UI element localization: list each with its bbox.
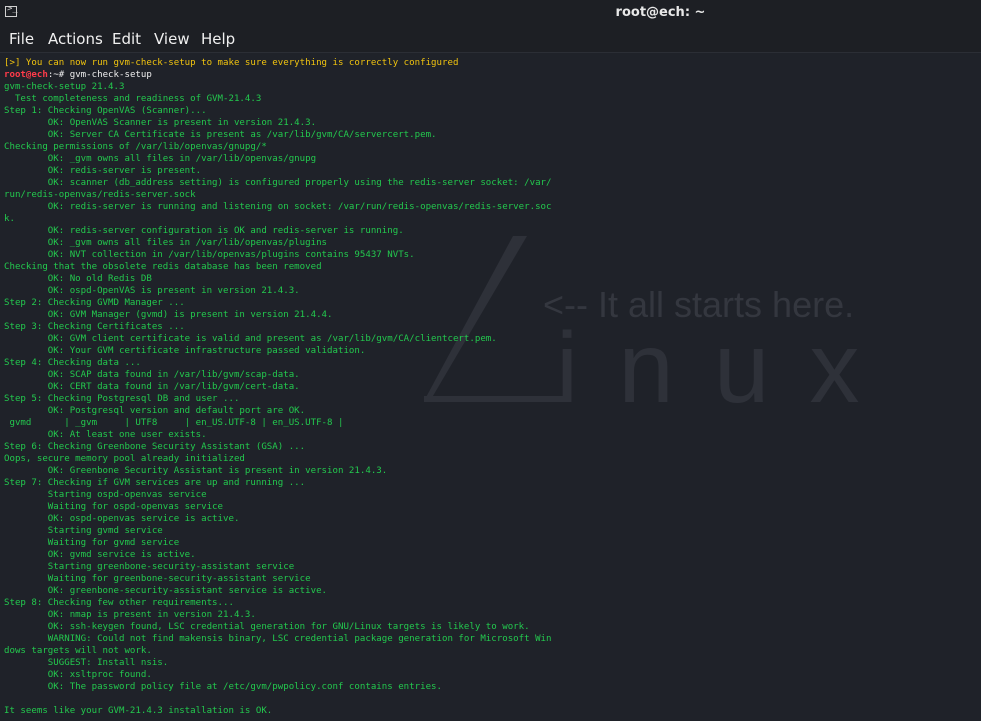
output-line: Step 5: Checking Postgresql DB and user … (4, 394, 240, 404)
output-line: Step 3: Checking Certificates ... (4, 322, 185, 332)
output-line: Waiting for ospd-openvas service (4, 502, 223, 512)
output-line: OK: xsltproc found. (4, 670, 152, 680)
output-line: OK: No old Redis DB (4, 274, 152, 284)
output-line: OK: ospd-OpenVAS is present in version 2… (4, 286, 300, 296)
output-line: run/redis-openvas/redis-server.sock (4, 190, 196, 200)
menu-bar: File Actions Edit View Help (0, 26, 981, 53)
wallpaper-brand: inux (556, 312, 899, 424)
menu-edit[interactable]: Edit (112, 30, 141, 48)
menu-view[interactable]: View (154, 30, 190, 48)
output-line: dows targets will not work. (4, 646, 152, 656)
menu-help[interactable]: Help (201, 30, 235, 48)
terminal-area[interactable]: <-- It all starts here. inux [>] You can… (0, 53, 981, 721)
output-line: OK: gvmd service is active. (4, 550, 196, 560)
output-line: OK: ospd-openvas service is active. (4, 514, 240, 524)
wallpaper-tagline: <-- It all starts here. (543, 284, 854, 325)
output-line: OK: At least one user exists. (4, 430, 207, 440)
output-line: OK: Postgresql version and default port … (4, 406, 306, 416)
output-line: Step 1: Checking OpenVAS (Scanner)... (4, 106, 207, 116)
output-line: Step 6: Checking Greenbone Security Assi… (4, 442, 306, 452)
notice-text: You can now run gvm-check-setup to make … (20, 58, 459, 68)
output-line: OK: Server CA Certificate is present as … (4, 130, 437, 140)
output-line: OK: nmap is present in version 21.4.3. (4, 610, 256, 620)
output-line: Step 4: Checking data ... (4, 358, 141, 368)
output-line: OK: scanner (db_address setting) is conf… (4, 178, 552, 188)
notice-line: [>] You can now run gvm-check-setup to m… (4, 57, 552, 69)
output-line: OK: The password policy file at /etc/gvm… (4, 682, 442, 692)
output-line: Oops, secure memory pool already initial… (4, 454, 245, 464)
output-line: k. (4, 214, 15, 224)
output-line: OK: redis-server is present. (4, 166, 202, 176)
output-line: OK: redis-server is running and listenin… (4, 202, 552, 212)
terminal-output: [>] You can now run gvm-check-setup to m… (4, 57, 552, 717)
output-line: It seems like your GVM-21.4.3 installati… (4, 706, 273, 716)
output-line: Starting gvmd service (4, 526, 163, 536)
output-line: OK: SCAP data found in /var/lib/gvm/scap… (4, 370, 300, 380)
output-line: OK: NVT collection in /var/lib/openvas/p… (4, 250, 415, 260)
title-bar: >_ root@ech: ~ (0, 0, 981, 26)
window-title: root@ech: ~ (615, 5, 706, 20)
notice-mark: [>] (4, 58, 21, 68)
output-line: Step 7: Checking if GVM services are up … (4, 478, 306, 488)
output-line: Test completeness and readiness of GVM-2… (4, 94, 262, 104)
output-line: Waiting for greenbone-security-assistant… (4, 574, 311, 584)
prompt-sep: :~# (47, 70, 70, 80)
output-line: Step 8: Checking few other requirements.… (4, 598, 234, 608)
output-line: gvm-check-setup 21.4.3 (4, 82, 125, 92)
output-line: Step 2: Checking GVMD Manager ... (4, 298, 185, 308)
output-line: WARNING: Could not find makensis binary,… (4, 634, 552, 644)
output-line: Starting greenbone-security-assistant se… (4, 562, 295, 572)
menu-file[interactable]: File (9, 30, 34, 48)
output-line: OK: GVM client certificate is valid and … (4, 334, 497, 344)
output-line: OK: OpenVAS Scanner is present in versio… (4, 118, 317, 128)
output-line: Checking that the obsolete redis databas… (4, 262, 322, 272)
prompt-command: gvm-check-setup (69, 70, 152, 80)
prompt-user: root@ech (4, 70, 48, 80)
output-line: gvmd | _gvm | UTF8 | en_US.UTF-8 | en_US… (4, 418, 344, 428)
output-line: Starting ospd-openvas service (4, 490, 207, 500)
output-line: OK: Your GVM certificate infrastructure … (4, 346, 366, 356)
output-line: OK: _gvm owns all files in /var/lib/open… (4, 154, 317, 164)
menu-actions[interactable]: Actions (48, 30, 103, 48)
output-line: OK: redis-server configuration is OK and… (4, 226, 404, 236)
output-line: Waiting for gvmd service (4, 538, 180, 548)
output-line: OK: Greenbone Security Assistant is pres… (4, 466, 388, 476)
output-line: OK: _gvm owns all files in /var/lib/open… (4, 238, 328, 248)
output-line: OK: ssh-keygen found, LSC credential gen… (4, 622, 530, 632)
output-line: OK: CERT data found in /var/lib/gvm/cert… (4, 382, 300, 392)
output-line: OK: GVM Manager (gvmd) is present in ver… (4, 310, 333, 320)
output-line: Checking permissions of /var/lib/openvas… (4, 142, 267, 152)
output-line: SUGGEST: Install nsis. (4, 658, 169, 668)
output-line: OK: greenbone-security-assistant service… (4, 586, 328, 596)
prompt-line: root@ech:~# gvm-check-setup (4, 69, 552, 81)
